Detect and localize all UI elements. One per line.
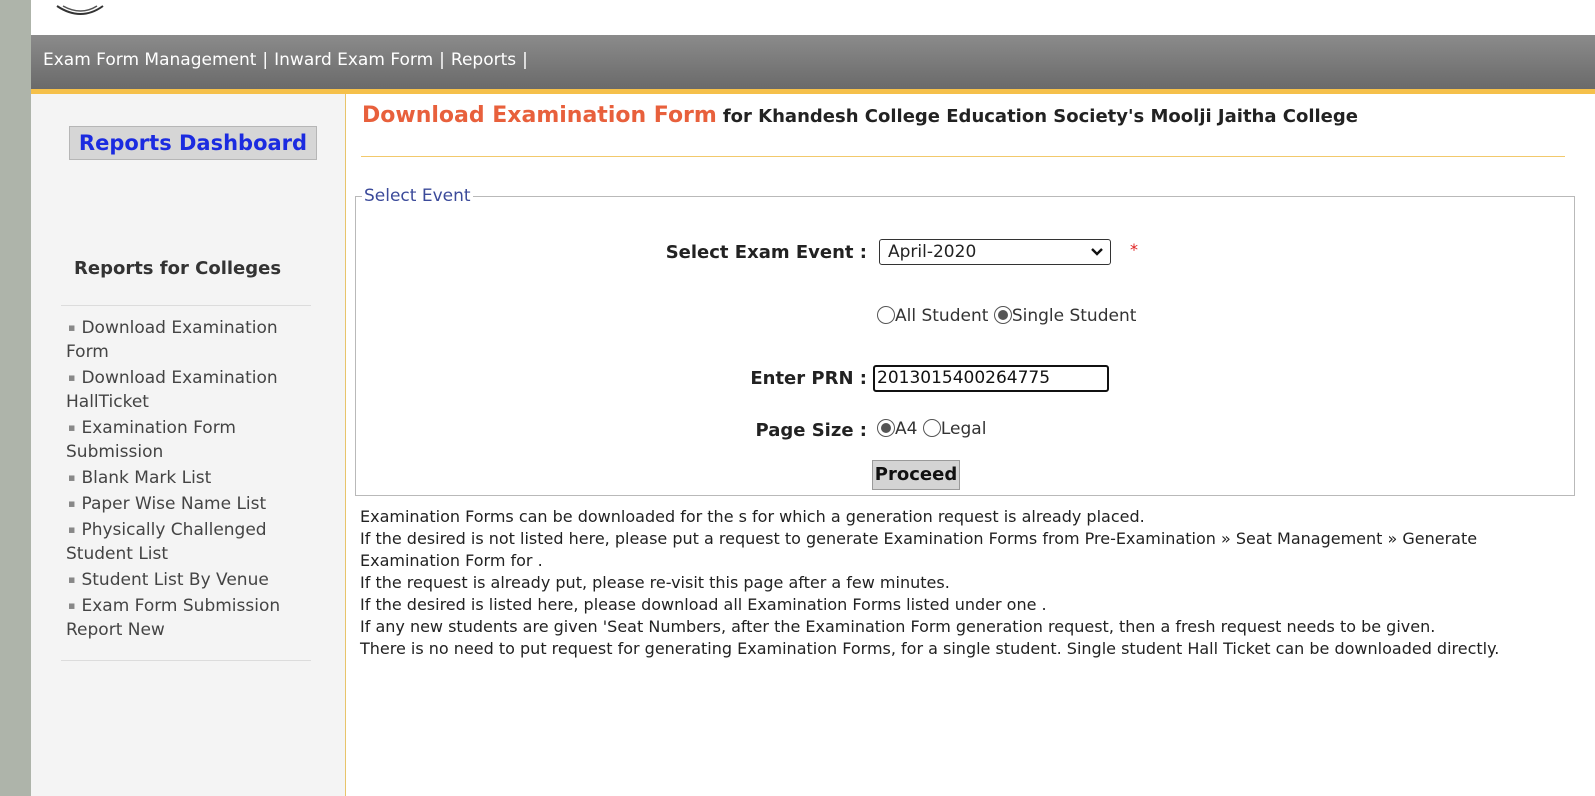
bullet-icon: ▪	[68, 523, 76, 536]
sidebar-divider	[61, 660, 311, 661]
note-line: There is no need to put request for gene…	[360, 639, 1500, 658]
radio-single-student-icon[interactable]	[993, 306, 1012, 324]
required-asterisk: *	[1130, 240, 1138, 259]
radio-single-student-label: Single Student	[1011, 306, 1137, 326]
sidebar-item-label: Download Examination Form	[66, 318, 278, 362]
chevron-down-icon	[1090, 240, 1104, 272]
bullet-icon: ▪	[68, 321, 76, 334]
sidebar-heading: Reports for Colleges	[74, 258, 282, 279]
sidebar-item-label: Download Examination HallTicket	[66, 368, 278, 412]
radio-legal-icon[interactable]	[922, 419, 941, 437]
sidebar-item-download-exam-form[interactable]: ▪ Download Examination Form	[66, 316, 316, 364]
sidebar-item-label: Exam Form Submission Report New	[66, 596, 281, 640]
sidebar-report-list: ▪ Download Examination Form ▪ Download Exa…	[66, 316, 316, 644]
sidebar-item-label: Paper Wise Name List	[81, 494, 267, 514]
page-title-college: for Khandesh College Education Society's…	[722, 106, 1358, 127]
sidebar-item-paper-wise-name-list[interactable]: ▪ Paper Wise Name List	[66, 492, 316, 516]
note-line: Examination Forms can be downloaded for …	[360, 507, 1145, 526]
exam-event-select[interactable]: April-2020	[879, 239, 1111, 265]
radio-all-student-icon[interactable]	[877, 306, 895, 324]
nav-reports[interactable]: Reports	[451, 50, 516, 70]
bullet-icon: ▪	[68, 371, 76, 384]
page-size-radio-group: A4 Legal	[877, 419, 986, 439]
nav-separator: |	[439, 50, 445, 70]
page-title: Download Examination Form for Khandesh Co…	[362, 103, 1358, 128]
page: Exam Form Management | Inward Exam Form | Re…	[31, 0, 1595, 796]
sidebar-item-label: Student List By Venue	[81, 570, 269, 590]
nav-separator: |	[262, 50, 269, 70]
prn-label: Enter PRN :	[750, 368, 867, 389]
proceed-button[interactable]: Proceed	[872, 460, 960, 490]
note-line: If the request is already put, please re…	[360, 573, 950, 592]
note-line: If any new students are given 'Seat Numb…	[360, 617, 1436, 636]
note-line: If the desired is listed here, please do…	[360, 595, 1047, 614]
bullet-icon: ▪	[68, 471, 76, 484]
title-divider	[361, 156, 1565, 157]
sidebar-divider	[61, 305, 311, 306]
exam-event-label: Select Exam Event :	[665, 242, 867, 263]
nav-inward-exam-form[interactable]: Inward Exam Form	[274, 50, 433, 70]
top-navigation-bar: Exam Form Management | Inward Exam Form | Re…	[31, 35, 1595, 94]
radio-a4-icon[interactable]	[877, 419, 895, 437]
prn-input[interactable]: 2013015400264775	[873, 365, 1109, 392]
sidebar-item-exam-form-submission[interactable]: ▪ Examination Form Submission	[66, 416, 316, 464]
reports-dashboard-button[interactable]: Reports Dashboard	[69, 126, 317, 160]
student-scope-radio-group: All Student Single Student	[877, 306, 1136, 326]
page-size-label: Page Size :	[755, 420, 868, 441]
sidebar-item-physically-challenged[interactable]: ▪ Physically Challenged Student List	[66, 518, 316, 566]
sidebar-item-student-list-by-venue[interactable]: ▪ Student List By Venue	[66, 568, 316, 592]
top-nav-links: Exam Form Management | Inward Exam Form | Re…	[43, 50, 534, 70]
nav-exam-form-management[interactable]: Exam Form Management	[43, 50, 256, 70]
exam-event-selected-value: April-2020	[888, 242, 977, 262]
radio-all-student-label: All Student	[895, 306, 989, 326]
sidebar-item-label: Examination Form Submission	[66, 418, 236, 462]
sidebar-item-blank-mark-list[interactable]: ▪ Blank Mark List	[66, 466, 316, 490]
radio-a4-label: A4	[895, 419, 918, 439]
radio-legal-label: Legal	[940, 419, 987, 439]
bullet-icon: ▪	[68, 421, 76, 434]
nav-separator: |	[522, 50, 528, 70]
university-logo	[53, 0, 133, 22]
sidebar-item-label: Physically Challenged Student List	[66, 520, 267, 564]
page-title-main: Download Examination Form	[362, 103, 717, 128]
instruction-notes: Examination Forms can be downloaded for …	[360, 506, 1560, 660]
bullet-icon: ▪	[68, 573, 76, 586]
select-event-fieldset: Select Event	[355, 186, 1575, 496]
bullet-icon: ▪	[68, 497, 76, 510]
bullet-icon: ▪	[68, 599, 76, 612]
sidebar-item-download-hallticket[interactable]: ▪ Download Examination HallTicket	[66, 366, 316, 414]
left-rail	[0, 0, 31, 796]
sidebar-item-label: Blank Mark List	[81, 468, 212, 488]
fieldset-legend: Select Event	[364, 186, 471, 206]
note-line: If the desired is not listed here, pleas…	[360, 529, 1478, 570]
sidebar-item-exam-form-submission-report[interactable]: ▪ Exam Form Submission Report New	[66, 594, 316, 642]
